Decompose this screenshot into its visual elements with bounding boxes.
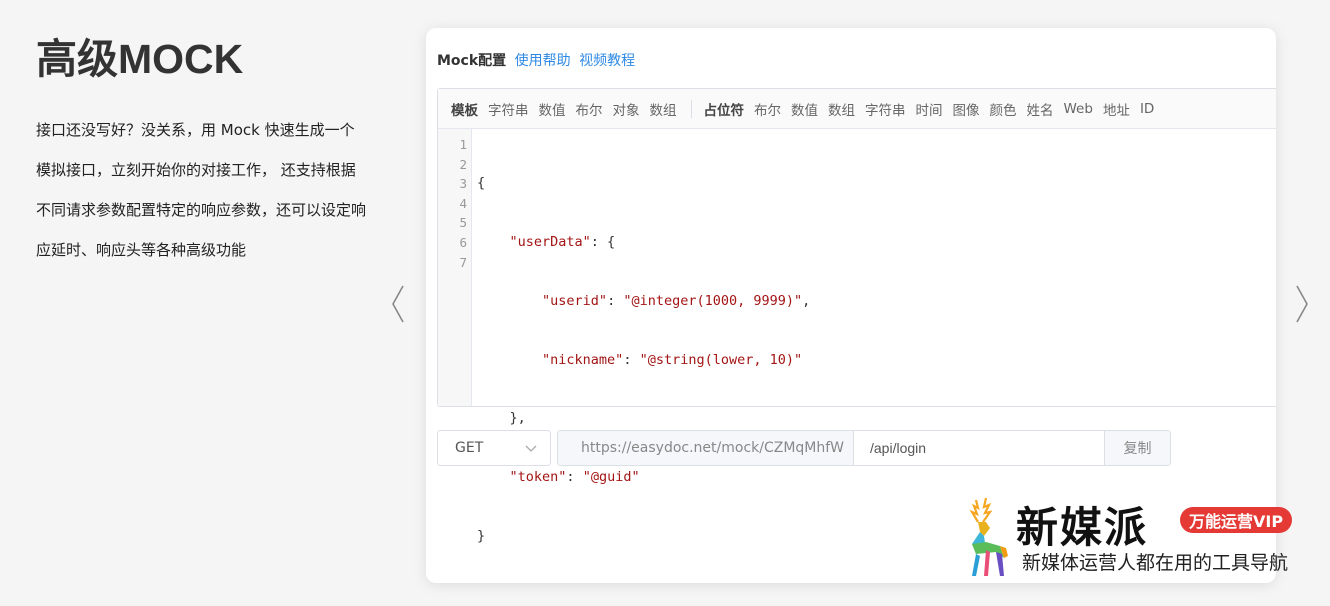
line-number: 4 [459, 195, 467, 211]
deer-logo-icon [969, 497, 1008, 576]
toolbar-ph-boolean[interactable]: 布尔 [754, 99, 781, 119]
toolbar-ph-address[interactable]: 地址 [1103, 99, 1130, 119]
code-area[interactable]: 1 2 3 4 5 6 7 { "userData": { "userid": … [438, 129, 1276, 544]
code-key: "token" [509, 469, 567, 486]
toolbar-ph-array[interactable]: 数组 [828, 99, 855, 119]
line-number: 7 [459, 254, 467, 270]
toolbar-string[interactable]: 字符串 [488, 99, 529, 119]
watermark: 新媒派 万能运营VIP 新媒体运营人都在用的工具导航 [956, 496, 1316, 580]
request-row: GET https://easydoc.net/mock/CZMqMhfW 复制 [437, 430, 1171, 466]
code-brace: { [477, 175, 486, 192]
mock-editor: 模板 字符串 数值 布尔 对象 数组 占位符 布尔 数值 数组 字符串 时间 图… [437, 88, 1276, 544]
toolbar-ph-number[interactable]: 数值 [791, 99, 818, 119]
watermark-slogan: 新媒体运营人都在用的工具导航 [1022, 552, 1289, 574]
code-line: "userData": { [477, 233, 810, 253]
help-link[interactable]: 使用帮助 [515, 53, 571, 69]
toolbar-template[interactable]: 模板 [451, 99, 478, 119]
video-tutorial-link[interactable]: 视频教程 [579, 53, 635, 69]
code-key: "userid" [542, 292, 608, 309]
toolbar-object[interactable]: 对象 [613, 99, 640, 119]
carousel-prev-button[interactable] [388, 282, 408, 326]
toolbar-ph-image[interactable]: 图像 [953, 99, 980, 119]
toolbar-array[interactable]: 数组 [650, 99, 677, 119]
carousel-next-button[interactable] [1292, 282, 1312, 326]
toolbar-boolean[interactable]: 布尔 [576, 99, 603, 119]
code-key: "userData" [509, 233, 591, 250]
line-number: 6 [459, 234, 467, 250]
chevron-down-icon [525, 445, 537, 452]
copy-button[interactable]: 复制 [1104, 431, 1170, 465]
toolbar-ph-color[interactable]: 颜色 [990, 99, 1017, 119]
code-value: "@guid" [582, 469, 640, 486]
code-lines[interactable]: { "userData": { "userid": "@integer(1000… [472, 129, 811, 544]
mock-url-prefix: https://easydoc.net/mock/CZMqMhfW [558, 431, 854, 465]
section-title: 高级MOCK [36, 36, 244, 82]
watermark-brand: 新媒派 [1016, 503, 1149, 552]
code-line: } [477, 527, 810, 547]
intro-panel: 高级MOCK 接口还没写好？没关系，用 Mock 快速生成一个模拟接口，立刻开始… [36, 30, 366, 270]
watermark-badge: 万能运营VIP [1180, 507, 1293, 533]
toolbar-ph-name[interactable]: 姓名 [1027, 99, 1054, 119]
chevron-left-icon [392, 285, 404, 323]
code-value: "@string(lower, 10)" [639, 351, 803, 368]
code-key: "nickname" [542, 351, 624, 368]
code-punct: }, [509, 410, 526, 427]
section-description: 接口还没写好？没关系，用 Mock 快速生成一个模拟接口，立刻开始你的对接工作，… [36, 121, 367, 259]
chevron-right-icon [1296, 285, 1308, 323]
toolbar-placeholder[interactable]: 占位符 [704, 99, 745, 119]
method-value: GET [455, 440, 484, 456]
code-line: "token": "@guid" [509, 469, 640, 486]
toolbar-ph-id[interactable]: ID [1140, 101, 1154, 117]
code-line: "nickname": "@string(lower, 10)" [542, 351, 803, 368]
code-line: }, [477, 409, 810, 429]
code-brace: } [477, 527, 486, 544]
code-value: "@integer(1000, 9999)" [623, 292, 803, 309]
editor-toolbar: 模板 字符串 数值 布尔 对象 数组 占位符 布尔 数值 数组 字符串 时间 图… [438, 89, 1276, 129]
api-path-input[interactable] [854, 431, 1104, 465]
line-gutter: 1 2 3 4 5 6 7 [438, 129, 472, 406]
line-number: 3 [459, 176, 467, 192]
toolbar-number[interactable]: 数值 [539, 99, 566, 119]
code-line: "userid": "@integer(1000, 9999)", [542, 292, 811, 309]
line-number: 2 [459, 156, 467, 172]
url-group: https://easydoc.net/mock/CZMqMhfW 复制 [557, 430, 1171, 466]
line-number: 1 [459, 137, 467, 152]
toolbar-divider [690, 99, 692, 118]
line-number: 5 [459, 215, 467, 231]
toolbar-ph-string[interactable]: 字符串 [865, 99, 906, 119]
method-select[interactable]: GET [437, 430, 551, 466]
code-line: { [477, 174, 810, 194]
card-title: Mock配置 [437, 53, 507, 69]
code-punct: : { [590, 233, 616, 250]
toolbar-ph-web[interactable]: Web [1064, 101, 1093, 117]
toolbar-ph-time[interactable]: 时间 [916, 99, 943, 119]
card-header: Mock配置 使用帮助 视频教程 [437, 50, 635, 70]
